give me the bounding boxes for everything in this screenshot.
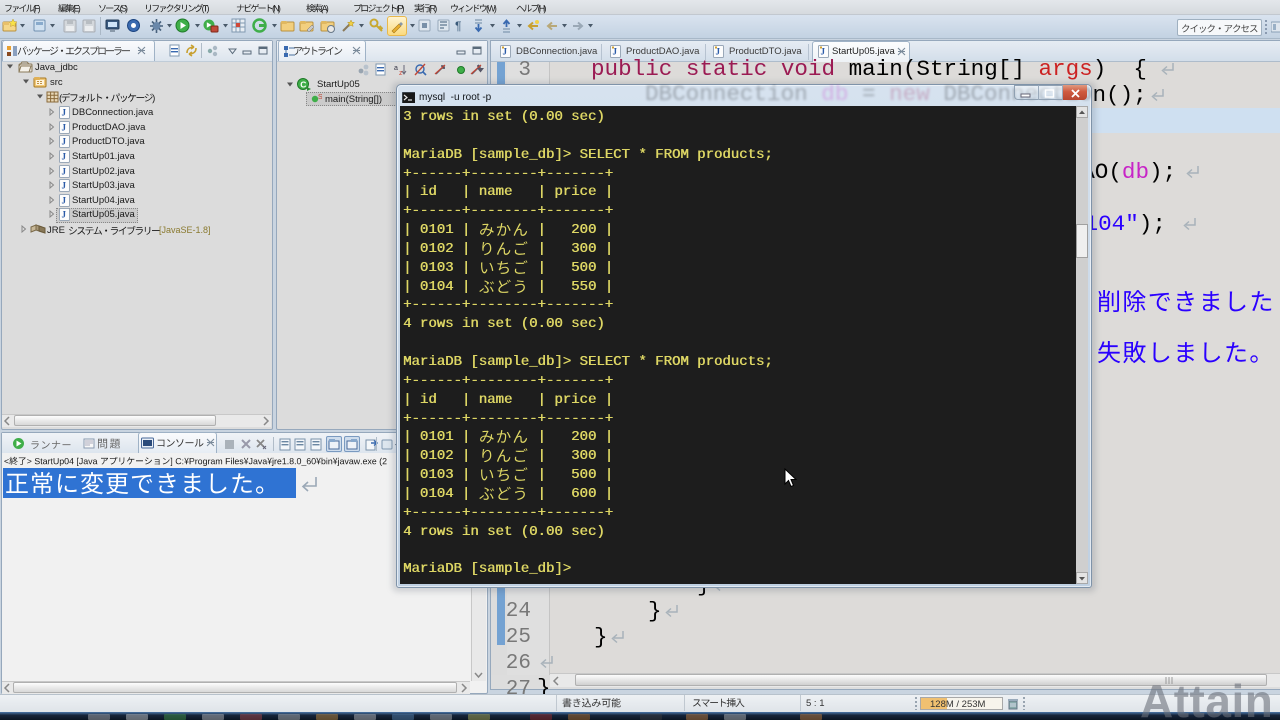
svg-text:C: C: [300, 80, 306, 90]
svg-text:J: J: [62, 137, 67, 147]
svg-text:J: J: [62, 181, 67, 191]
svg-text:a: a: [394, 65, 398, 72]
svg-text:S: S: [318, 94, 322, 101]
svg-text:J: J: [62, 195, 67, 205]
svg-text:J: J: [62, 108, 67, 118]
svg-text:J: J: [62, 122, 67, 132]
svg-text:¶: ¶: [455, 19, 461, 33]
svg-text:J: J: [62, 210, 67, 220]
svg-text:J: J: [62, 152, 67, 162]
svg-text:J: J: [62, 166, 67, 176]
